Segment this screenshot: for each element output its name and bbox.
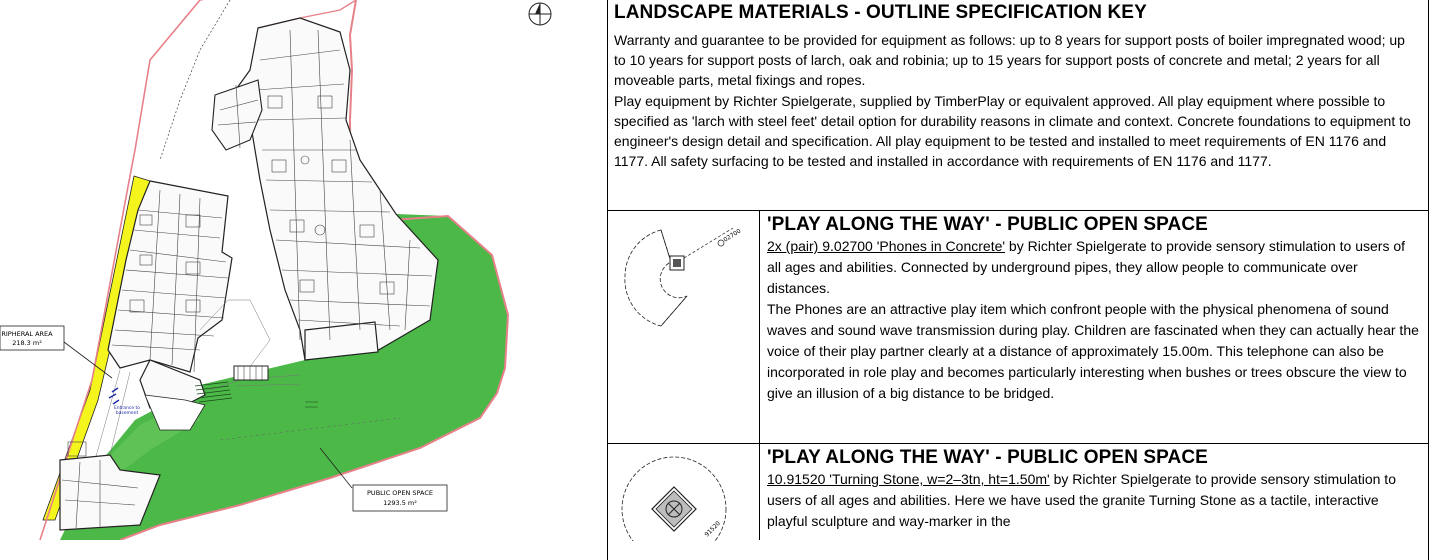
spec-item-turning-stone: 'PLAY ALONG THE WAY' - PUBLIC OPEN SPACE… bbox=[767, 447, 1419, 532]
product-reference: 10.91520 'Turning Stone, w=2–3tn, ht=1.5… bbox=[767, 471, 1050, 487]
divider-2 bbox=[607, 443, 1429, 444]
spec-title: LANDSCAPE MATERIALS - OUTLINE SPECIFICAT… bbox=[614, 2, 1147, 23]
east-building bbox=[231, 17, 439, 361]
product-reference: 2x (pair) 9.02700 'Phones in Concrete' bbox=[767, 238, 1006, 254]
warranty-paragraph: Warranty and guarantee to be provided fo… bbox=[614, 32, 1405, 89]
thumb-column-divider bbox=[759, 210, 760, 540]
item-heading: 'PLAY ALONG THE WAY' - PUBLIC OPEN SPACE bbox=[767, 214, 1208, 235]
svg-text:RIPHERAL AREA: RIPHERAL AREA bbox=[1, 330, 53, 338]
phones-thumb-code: 02700 bbox=[722, 228, 742, 244]
north-arrow-icon bbox=[528, 2, 552, 26]
svg-text:1293.5 m²: 1293.5 m² bbox=[383, 499, 417, 507]
peripheral-area-label: RIPHERAL AREA 218.3 m² bbox=[0, 325, 65, 351]
bin-store bbox=[233, 365, 269, 381]
public-open-space-label: PUBLIC OPEN SPACE 1293.5 m² bbox=[352, 484, 448, 512]
item-description: 2x (pair) 9.02700 'Phones in Concrete' b… bbox=[767, 236, 1419, 299]
divider-1 bbox=[607, 210, 1429, 211]
svg-text:basement: basement bbox=[116, 410, 139, 416]
item-heading: 'PLAY ALONG THE WAY' - PUBLIC OPEN SPACE bbox=[767, 447, 1208, 468]
svg-text:PUBLIC OPEN SPACE: PUBLIC OPEN SPACE bbox=[367, 489, 433, 497]
equipment-paragraph: Play equipment by Richter Spielgerate, s… bbox=[614, 92, 1411, 170]
turning-stone-thumbnail: 91520 bbox=[621, 456, 727, 541]
spec-item-phones: 'PLAY ALONG THE WAY' - PUBLIC OPEN SPACE… bbox=[767, 214, 1419, 404]
site-plan: Entrance to basement RIPHERAL AREA 218.3… bbox=[0, 0, 552, 540]
item-body: The Phones are an attractive play item w… bbox=[767, 301, 1419, 401]
item-description: 10.91520 'Turning Stone, w=2–3tn, ht=1.5… bbox=[767, 469, 1419, 532]
phones-thumbnail: 02700 bbox=[624, 228, 742, 327]
spec-intro: Warranty and guarantee to be provided fo… bbox=[614, 30, 1414, 171]
stone-thumb-code: 91520 bbox=[703, 520, 722, 539]
svg-text:218.3 m²: 218.3 m² bbox=[12, 339, 42, 347]
